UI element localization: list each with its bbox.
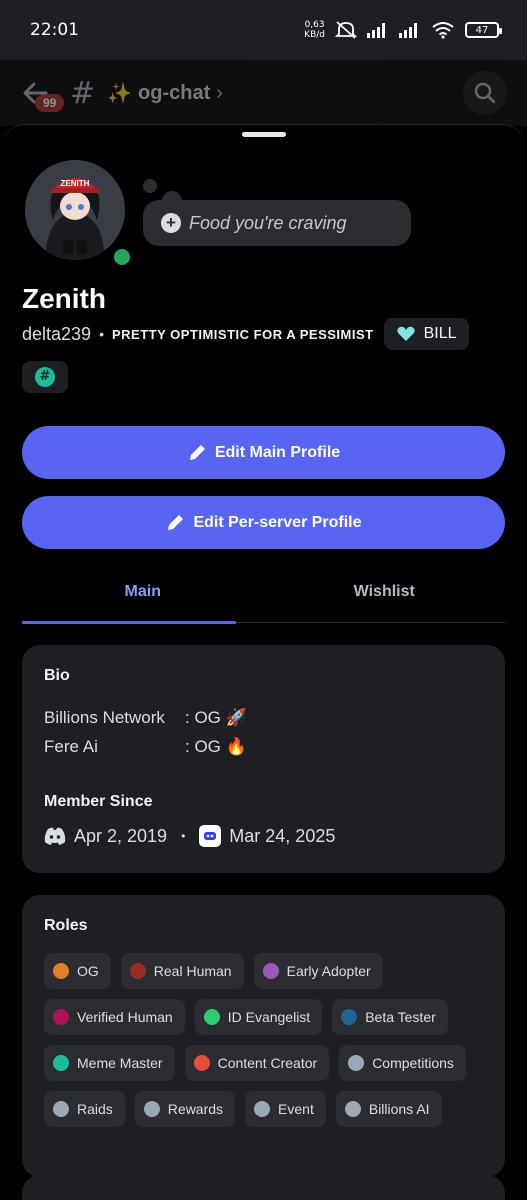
role-label: Competitions: [372, 1055, 454, 1071]
role-label: Billions AI: [368, 1101, 430, 1117]
role-color-dot: [344, 1101, 361, 1117]
pencil-icon: [168, 514, 184, 530]
separator-dot: •: [99, 326, 104, 342]
role-color-dot: [193, 1055, 210, 1071]
search-button[interactable]: [463, 71, 507, 115]
role-chip[interactable]: Event: [245, 1091, 326, 1127]
role-chip[interactable]: ID Evangelist: [194, 999, 323, 1035]
bio-line: Billions Network : OG 🚀: [44, 707, 247, 727]
role-color-dot: [348, 1055, 365, 1071]
svg-text:ZENITH: ZENITH: [61, 179, 90, 188]
role-chip[interactable]: Verified Human: [44, 999, 185, 1035]
heart-icon: [396, 326, 415, 341]
channel-name[interactable]: ✨ og-chat ›: [107, 81, 223, 106]
role-color-dot: [53, 1009, 69, 1025]
display-name: Zenith: [22, 283, 106, 314]
member-since-title: Member Since: [44, 793, 153, 810]
bio-card: Bio Billions Network : OG 🚀 Fere Ai : OG…: [22, 645, 505, 873]
bio-title: Bio: [44, 667, 70, 684]
profile-sheet: ZENITH + Food you're craving Zenith delt…: [0, 124, 527, 1200]
status-bar: 22:01 0,63 KB/d 47: [0, 0, 527, 60]
role-chip[interactable]: Meme Master: [44, 1045, 175, 1081]
hash-icon: #: [35, 367, 55, 387]
role-color-dot: [341, 1009, 358, 1025]
signal-icon: [367, 23, 385, 38]
server-icon: [199, 825, 222, 847]
roles-title: Roles: [44, 917, 88, 934]
custom-status-placeholder: Food you're craving: [189, 212, 347, 233]
profile-tabs: Main Wishlist: [22, 571, 506, 624]
signal-icon-2: [399, 23, 417, 38]
role-color-dot: [143, 1101, 160, 1117]
role-chip[interactable]: Competitions: [339, 1045, 466, 1081]
online-status-indicator: [109, 244, 135, 270]
role-label: OG: [77, 963, 99, 979]
role-color-dot: [53, 1101, 69, 1117]
pencil-icon: [189, 444, 205, 460]
role-label: Early Adopter: [286, 963, 371, 979]
role-label: Raids: [77, 1101, 113, 1117]
role-label: Rewards: [167, 1101, 224, 1117]
pronouns: PRETTY OPTIMISTIC FOR A PESSIMIST: [111, 326, 374, 342]
role-color-dot: [254, 1101, 271, 1117]
sheet-grabber[interactable]: [242, 132, 286, 137]
member-since-row: Apr 2, 2019 • Mar 24, 2025: [44, 825, 483, 847]
bio-line: Fere Ai : OG 🔥: [44, 736, 247, 756]
username[interactable]: delta239: [22, 324, 91, 345]
role-chip[interactable]: Rewards: [134, 1091, 236, 1127]
role-color-dot: [203, 1009, 220, 1025]
role-chip[interactable]: Content Creator: [184, 1045, 330, 1081]
role-label: Real Human: [153, 963, 232, 979]
role-chip[interactable]: Billions AI: [335, 1091, 442, 1127]
plus-circle-icon: +: [161, 213, 181, 233]
username-row: delta239 • PRETTY OPTIMISTIC FOR A PESSI…: [22, 318, 469, 350]
sparkles-icon: ✨: [107, 82, 133, 105]
edit-main-profile-button[interactable]: Edit Main Profile: [22, 426, 505, 479]
role-color-dot: [129, 963, 146, 979]
role-label: Content Creator: [217, 1055, 318, 1071]
status-time: 22:01: [30, 20, 79, 40]
next-card: [22, 1175, 505, 1200]
discord-member-date: Apr 2, 2019: [74, 825, 168, 846]
clan-tag[interactable]: BILL: [383, 318, 469, 350]
tab-wishlist[interactable]: Wishlist: [264, 571, 506, 622]
role-label: Beta Tester: [365, 1009, 436, 1025]
status-icons: 0,63 KB/d 47: [304, 20, 502, 40]
role-chip[interactable]: Raids: [44, 1091, 125, 1127]
wifi-icon: [432, 22, 454, 39]
role-color-dot: [53, 1055, 69, 1071]
server-member-date: Mar 24, 2025: [229, 825, 336, 846]
server-tag-badge[interactable]: #: [22, 361, 68, 393]
separator-dot: •: [181, 829, 186, 843]
role-label: Meme Master: [77, 1055, 163, 1071]
edit-per-server-profile-button[interactable]: Edit Per-server Profile: [22, 496, 505, 549]
unread-badge: 99: [35, 94, 65, 112]
role-chip[interactable]: OG: [44, 953, 111, 989]
role-chip[interactable]: Beta Tester: [332, 999, 448, 1035]
role-chip[interactable]: Real Human: [120, 953, 244, 989]
avatar[interactable]: ZENITH: [22, 157, 135, 270]
tab-main[interactable]: Main: [22, 571, 264, 624]
mute-icon: [335, 21, 357, 39]
roles-list: OG Real Human Early Adopter Verified Human I…: [44, 953, 484, 1127]
role-color-dot: [53, 963, 69, 979]
custom-status-bubble[interactable]: + Food you're craving: [143, 200, 411, 246]
role-label: ID Evangelist: [227, 1009, 311, 1025]
bubble-dot: [143, 179, 157, 193]
network-speed: 0,63 KB/d: [304, 20, 325, 40]
chevron-right-icon: ›: [216, 81, 223, 104]
role-color-dot: [262, 963, 279, 979]
search-icon: [474, 82, 496, 104]
discord-icon: [44, 825, 66, 847]
battery-icon: 47: [465, 22, 502, 38]
role-label: Verified Human: [77, 1009, 173, 1025]
avatar-image: ZENITH: [25, 160, 125, 260]
role-label: Event: [278, 1101, 314, 1117]
channel-hash-icon: #: [70, 75, 96, 111]
roles-card: Roles OG Real Human Early Adopter Verified …: [22, 895, 505, 1177]
role-chip[interactable]: Early Adopter: [253, 953, 383, 989]
channel-header: # ✨ og-chat ›: [0, 60, 527, 126]
